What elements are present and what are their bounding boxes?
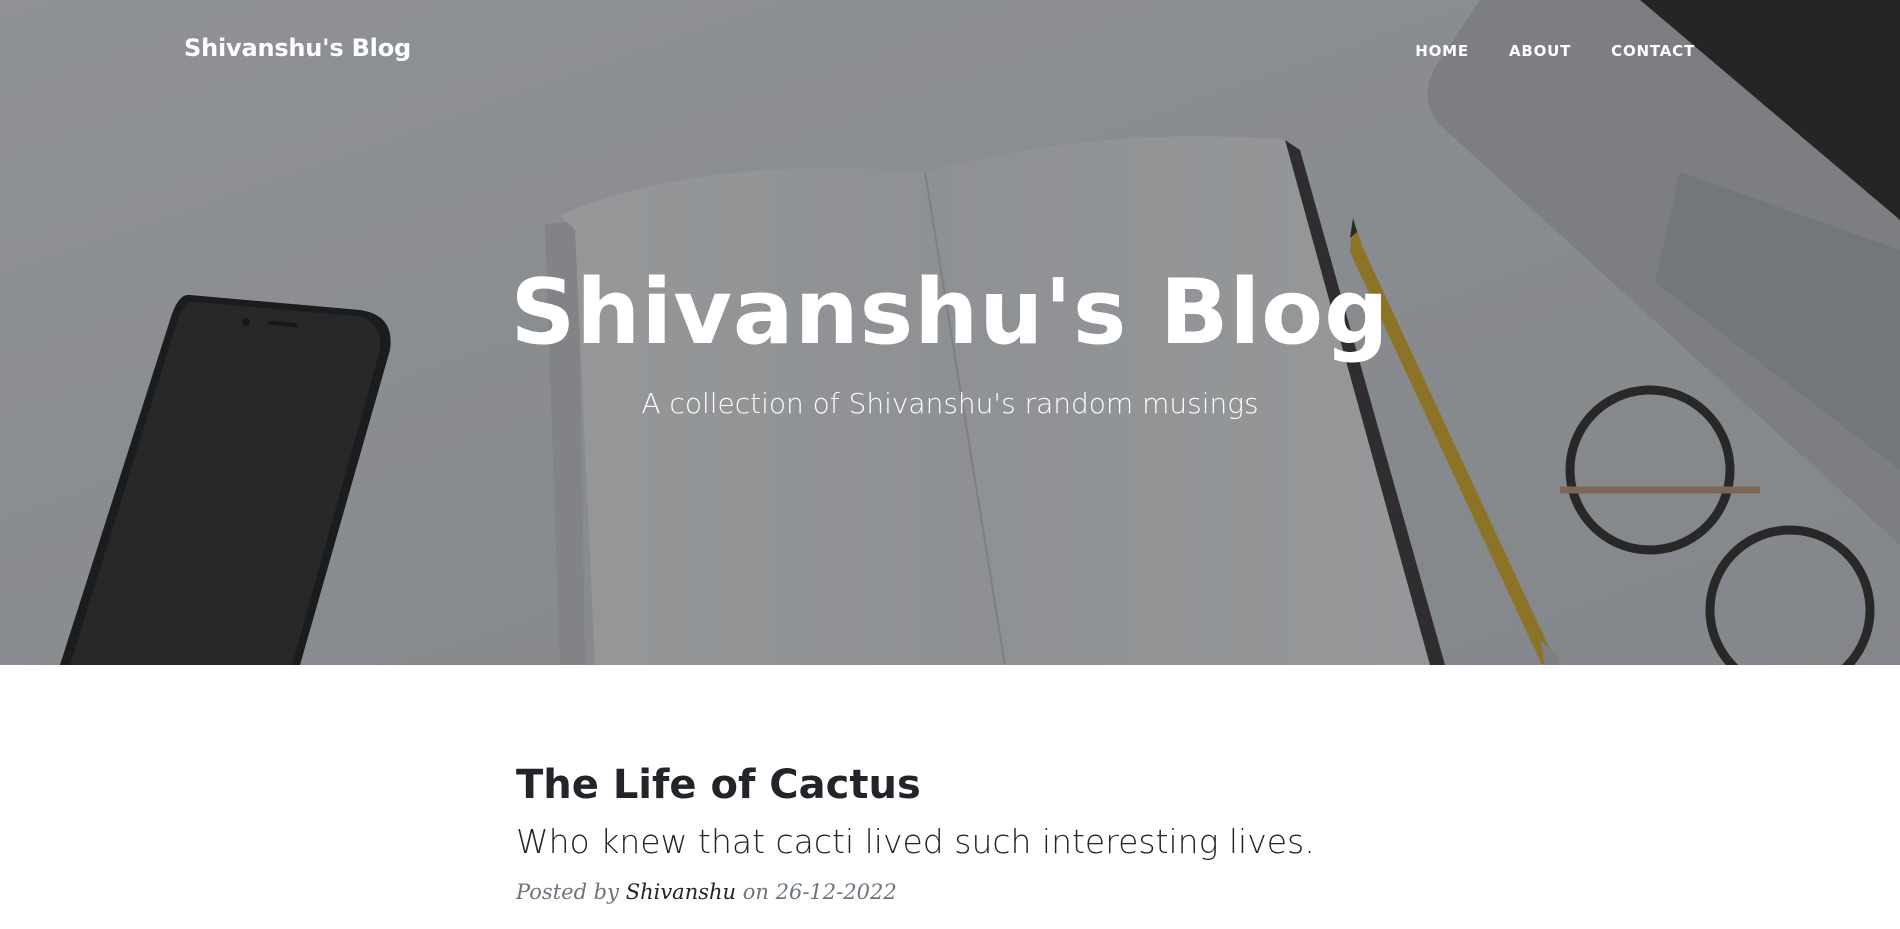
hero-header: Shivanshu's Blog HOME ABOUT CONTACT Shiv…: [0, 0, 1900, 665]
post-preview[interactable]: The Life of Cactus Who knew that cacti l…: [516, 760, 1416, 927]
post-link[interactable]: The Life of Cactus Who knew that cacti l…: [516, 760, 1416, 864]
site-subtitle: A collection of Shivanshu's random musin…: [641, 387, 1259, 420]
nav-links: HOME ABOUT CONTACT: [1415, 42, 1695, 60]
nav-link-contact[interactable]: CONTACT: [1611, 42, 1695, 60]
post-author-link[interactable]: Shivanshu: [626, 880, 736, 904]
site-heading: Shivanshu's Blog A collection of Shivans…: [0, 248, 1900, 422]
nav-link-about[interactable]: ABOUT: [1509, 42, 1571, 60]
post-meta-on: on: [742, 880, 769, 904]
post-date: 26-12-2022: [775, 880, 897, 904]
brand-link[interactable]: Shivanshu's Blog: [184, 34, 411, 62]
navbar: Shivanshu's Blog HOME ABOUT CONTACT: [0, 0, 1900, 100]
post-meta: Posted by Shivanshu on 26-12-2022: [516, 878, 1416, 906]
site-title: Shivanshu's Blog: [510, 260, 1390, 365]
nav-link-home[interactable]: HOME: [1415, 42, 1469, 60]
post-title[interactable]: The Life of Cactus: [516, 760, 1416, 810]
post-meta-prefix: Posted by: [516, 880, 619, 904]
post-subtitle[interactable]: Who knew that cacti lived such interesti…: [516, 820, 1416, 864]
